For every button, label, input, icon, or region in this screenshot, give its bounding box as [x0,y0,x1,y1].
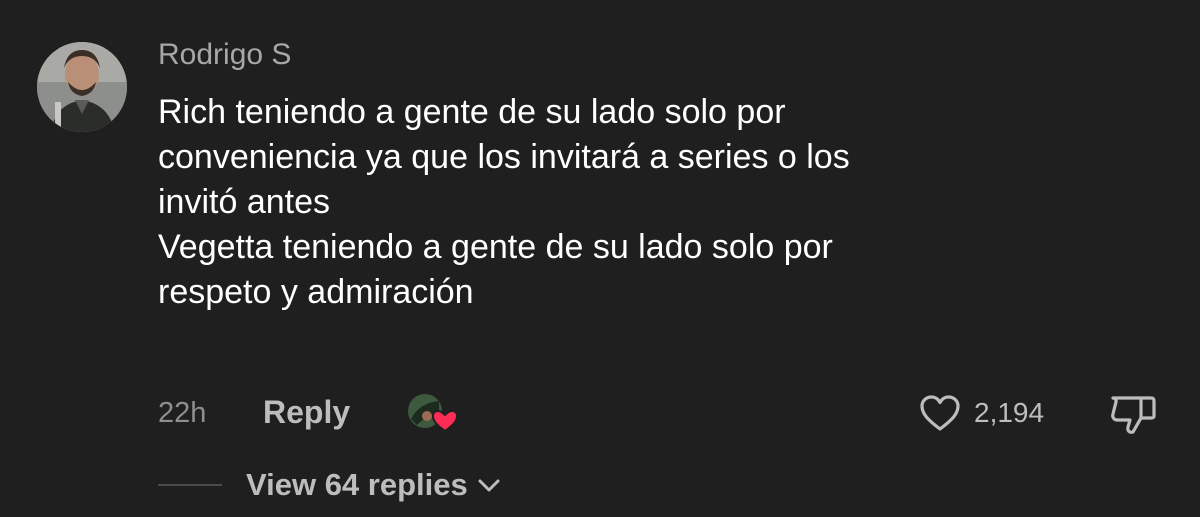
chevron-down-icon [478,479,500,492]
view-replies-button[interactable]: View 64 replies [246,465,502,505]
reply-button[interactable]: Reply [263,392,350,432]
replies-divider [158,484,222,486]
comment-line: invitó antes [158,183,330,221]
comment-line: Rich teniendo a gente de su lado solo po… [158,93,786,131]
comment-line: respeto y admiración [158,273,474,311]
heart-outline-icon [920,395,960,431]
avatar[interactable] [37,42,127,132]
creator-liked-badge [405,389,461,437]
comment-line: conveniencia ya que los invitará a serie… [158,138,850,176]
thumbs-down-icon [1111,396,1156,434]
dislike-button[interactable] [1107,390,1159,438]
comment-author[interactable]: Rodrigo S [158,36,291,74]
comment-line: Vegetta teniendo a gente de su lado solo… [158,228,833,266]
like-button[interactable]: 2,194 [918,391,1044,435]
avatar-photo [37,42,127,132]
view-replies-label: View 64 replies [246,467,468,502]
like-count: 2,194 [974,397,1045,428]
comment-timestamp: 22h [158,397,207,429]
heart-badge-icon [431,409,459,433]
comment-text: Rich teniendo a gente de su lado solo po… [158,90,1158,315]
